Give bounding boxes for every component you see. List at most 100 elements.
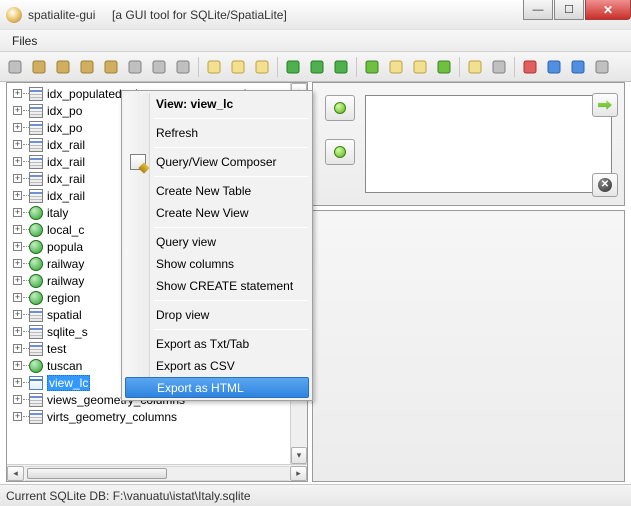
green-dot-icon	[334, 146, 346, 158]
expand-icon[interactable]: +	[13, 293, 22, 302]
scroll-down-icon[interactable]: ▾	[291, 447, 307, 464]
sql-editor[interactable]	[365, 95, 612, 193]
tree-item-label: local_c	[47, 223, 84, 237]
info-icon[interactable]	[567, 56, 589, 78]
tree-item-label: idx_po	[47, 121, 82, 135]
window-title: spatialite-gui [a GUI tool for SQLite/Sp…	[28, 8, 287, 22]
tree-item-label: spatial	[47, 308, 82, 322]
import-table-icon[interactable]	[203, 56, 225, 78]
expand-icon[interactable]: +	[13, 123, 22, 132]
expand-icon[interactable]: +	[13, 259, 22, 268]
context-menu-item-label: Query/View Composer	[156, 155, 277, 169]
tree-hscrollbar[interactable]: ◂ ▸	[7, 464, 307, 481]
run-icon[interactable]	[361, 56, 383, 78]
menu-files[interactable]: Files	[6, 32, 43, 50]
expand-icon[interactable]: +	[13, 174, 22, 183]
context-menu-item-label: Export as CSV	[156, 359, 235, 373]
text-a-icon[interactable]	[519, 56, 541, 78]
expand-icon[interactable]: +	[13, 225, 22, 234]
add-pic-icon[interactable]	[409, 56, 431, 78]
context-menu-item[interactable]: Export as CSV	[124, 355, 310, 377]
tree-item[interactable]: +virts_geometry_columns	[7, 408, 307, 425]
right-panel: ✕	[312, 82, 625, 482]
help-icon[interactable]	[543, 56, 565, 78]
context-menu-item[interactable]: Refresh	[124, 122, 310, 144]
wand-icon[interactable]	[4, 56, 26, 78]
expand-icon[interactable]: +	[13, 395, 22, 404]
maximize-button[interactable]: ☐	[554, 0, 584, 20]
memory-db-icon[interactable]	[76, 56, 98, 78]
table-icon	[29, 410, 43, 424]
expand-icon[interactable]: +	[13, 344, 22, 353]
table-icon	[29, 155, 43, 169]
export-table-icon[interactable]	[227, 56, 249, 78]
pic-icon[interactable]	[385, 56, 407, 78]
menu-separator	[154, 176, 308, 177]
view-icon	[29, 376, 43, 390]
tree-item-label: region	[47, 291, 80, 305]
network-db-icon[interactable]	[100, 56, 122, 78]
link-icon[interactable]	[148, 56, 170, 78]
context-menu-item[interactable]: Create New View	[124, 202, 310, 224]
expand-icon[interactable]: +	[13, 140, 22, 149]
db-open-icon[interactable]	[52, 56, 74, 78]
expand-icon[interactable]: +	[13, 191, 22, 200]
table-icon	[29, 87, 43, 101]
tree-item-label: idx_rail	[47, 155, 85, 169]
expand-icon[interactable]: +	[13, 89, 22, 98]
geom-icon[interactable]	[591, 56, 613, 78]
tree-item-label: tuscan	[47, 359, 82, 373]
app-subtitle: [a GUI tool for SQLite/SpatiaLite]	[112, 8, 287, 22]
history-prev-button[interactable]	[325, 95, 355, 121]
tree-item-label: railway	[47, 274, 84, 288]
menu-separator	[154, 227, 308, 228]
context-menu-item[interactable]: Query/View Composer	[124, 151, 310, 173]
globe-minus-icon[interactable]	[330, 56, 352, 78]
attach-icon[interactable]	[124, 56, 146, 78]
expand-icon[interactable]: +	[13, 242, 22, 251]
scroll-right-icon[interactable]: ▸	[290, 466, 307, 481]
expand-icon[interactable]: +	[13, 276, 22, 285]
scroll-track[interactable]	[25, 466, 289, 481]
context-menu-item[interactable]: Export as Txt/Tab	[124, 333, 310, 355]
expand-icon[interactable]: +	[13, 412, 22, 421]
table-icon	[29, 189, 43, 203]
expand-icon[interactable]: +	[13, 361, 22, 370]
minimize-button[interactable]: —	[523, 0, 553, 20]
globe-icon	[29, 257, 43, 271]
globe-export-icon[interactable]	[306, 56, 328, 78]
tree-item-label: idx_po	[47, 104, 82, 118]
context-menu-item[interactable]: Export as HTML	[125, 377, 309, 398]
expand-icon[interactable]: +	[13, 106, 22, 115]
expand-icon[interactable]: +	[13, 310, 22, 319]
doc-arrow-icon[interactable]	[433, 56, 455, 78]
db-new-icon[interactable]	[28, 56, 50, 78]
wrench-icon[interactable]	[488, 56, 510, 78]
scroll-left-icon[interactable]: ◂	[7, 466, 24, 481]
context-menu-item[interactable]: Show columns	[124, 253, 310, 275]
results-panel	[312, 210, 625, 482]
expand-icon[interactable]: +	[13, 378, 22, 387]
globe-icon[interactable]	[282, 56, 304, 78]
expand-icon[interactable]: +	[13, 327, 22, 336]
tree-item-label: test	[47, 342, 66, 356]
disconnect-icon[interactable]	[172, 56, 194, 78]
close-button[interactable]: ✕	[585, 0, 631, 20]
clear-button[interactable]: ✕	[592, 173, 618, 197]
expand-icon[interactable]: +	[13, 208, 22, 217]
expand-icon[interactable]: +	[13, 157, 22, 166]
query-box: ✕	[312, 82, 625, 206]
scroll-thumb[interactable]	[27, 468, 167, 479]
history-next-button[interactable]	[325, 139, 355, 165]
execute-button[interactable]	[592, 93, 618, 117]
table-icon	[29, 172, 43, 186]
edit-doc-icon[interactable]	[251, 56, 273, 78]
context-menu-item[interactable]: Show CREATE statement	[124, 275, 310, 297]
tree-item-label: idx_rail	[47, 138, 85, 152]
context-menu-item[interactable]: Query view	[124, 231, 310, 253]
close-icon: ✕	[598, 178, 612, 192]
export-xml-icon[interactable]	[464, 56, 486, 78]
context-menu-item[interactable]: Create New Table	[124, 180, 310, 202]
context-menu-item[interactable]: Drop view	[124, 304, 310, 326]
app-name: spatialite-gui	[28, 8, 95, 22]
